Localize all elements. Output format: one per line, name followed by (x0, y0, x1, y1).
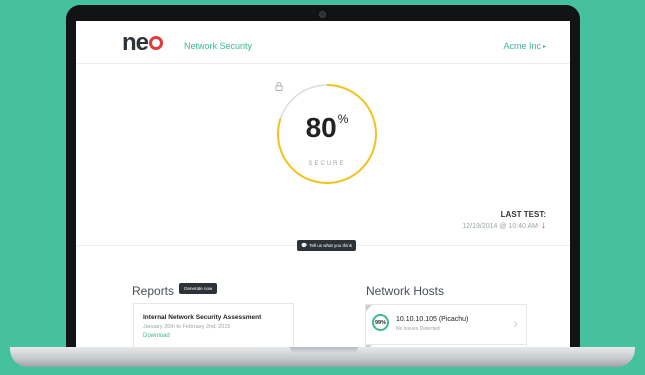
feedback-label: Tell us what you think (309, 243, 353, 248)
last-test-row: 12/19/2014 @ 10:40 AM ↓ (462, 221, 546, 231)
host-ip: 10.10.10.105 (Picachu) (396, 316, 469, 323)
chevron-right-icon[interactable]: › (513, 315, 518, 331)
screen: ne Network Security Acme Inc ▸ 80% SECUR… (76, 21, 570, 355)
generate-now-button[interactable]: Generate now (179, 283, 218, 294)
laptop-base-notch (290, 347, 358, 353)
org-menu[interactable]: Acme Inc ▸ (503, 41, 546, 51)
report-download-link[interactable]: Download (143, 333, 170, 339)
camera (319, 11, 326, 18)
chat-icon: 💬 (301, 242, 308, 249)
feedback-button[interactable]: 💬 Tell us what you think (297, 240, 357, 251)
host-score-badge: 99% (372, 314, 389, 331)
score-value: 80 (305, 112, 337, 143)
arrow-down-icon: ↓ (541, 220, 546, 231)
laptop-base (10, 347, 635, 367)
logo-text: ne (122, 29, 149, 56)
secure-label: SECURE (308, 161, 346, 167)
app-header: ne Network Security Acme Inc ▸ (76, 21, 570, 64)
security-score-gauge: 80% SECURE (275, 82, 379, 186)
neo-logo[interactable]: ne (122, 29, 164, 56)
last-test-label: LAST TEST: (500, 210, 546, 219)
caret-icon: ▸ (542, 43, 546, 50)
score-value-wrap: 80% (275, 112, 379, 144)
score-unit: % (337, 112, 349, 126)
hosts-title: Network Hosts (366, 284, 445, 298)
host-card[interactable]: 99% 10.10.10.105 (Picachu) No Issues Det… (365, 304, 527, 346)
org-name: Acme Inc (503, 41, 541, 51)
logo-ring-icon (149, 36, 164, 50)
host-corner-marker (366, 305, 372, 311)
lock-icon (275, 82, 283, 91)
last-test-datetime: 12/19/2014 @ 10:40 AM (462, 222, 538, 230)
nav-title[interactable]: Network Security (184, 41, 252, 51)
report-name: Internal Network Security Assessment (143, 314, 262, 321)
host-status: No Issues Detected (396, 326, 440, 332)
reports-title: Reports (132, 284, 175, 298)
report-dates: January 26th to February 2nd, 2015 (143, 324, 231, 330)
laptop-bezel: ne Network Security Acme Inc ▸ 80% SECUR… (66, 5, 580, 355)
